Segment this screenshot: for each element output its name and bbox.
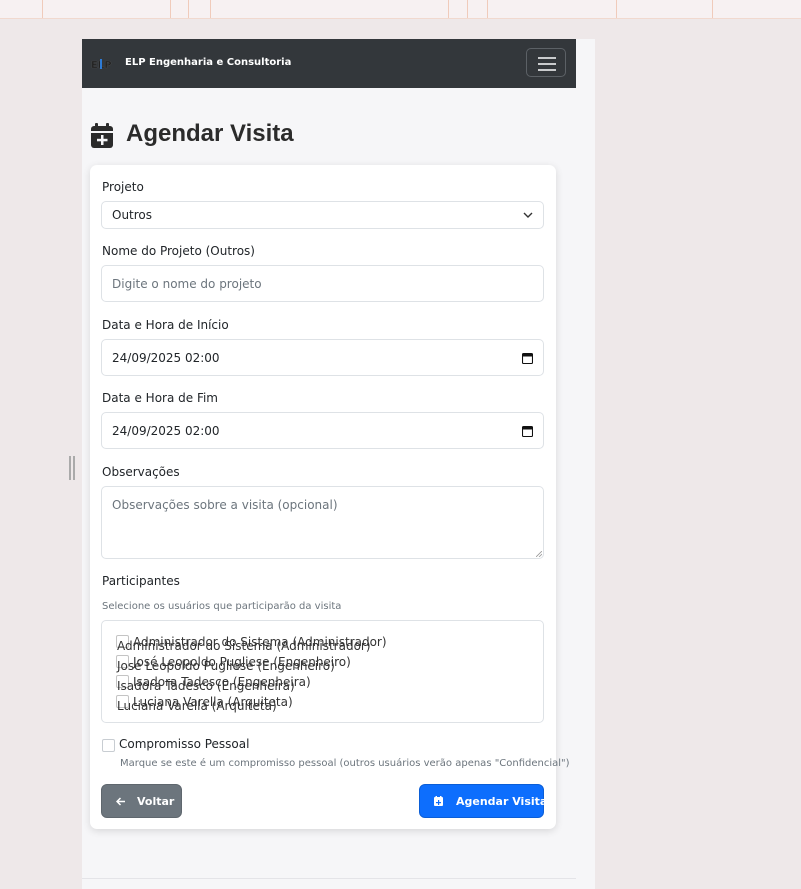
company-logo: ELP xyxy=(91,59,112,70)
viewport-scroll-rail xyxy=(576,39,595,889)
calendar-icon[interactable] xyxy=(522,425,533,437)
notes-placeholder: Observações sobre a visita (opcional) xyxy=(112,498,338,512)
project-label: Projeto xyxy=(102,180,144,194)
start-datetime-value: 24/09/2025 02:00 xyxy=(112,351,220,365)
back-button[interactable]: Voltar xyxy=(101,784,182,818)
personal-commitment-label[interactable]: Compromisso Pessoal xyxy=(119,737,249,751)
visit-form-card: Projeto Outros Nome do Projeto (Outros) … xyxy=(90,165,570,829)
participant-option[interactable]: José Leopoldo Pugliese (Engenheiro) xyxy=(133,655,351,669)
page-title: Agendar Visita xyxy=(126,120,294,147)
navbar-brand[interactable]: ELP Engenharia e Consultoria xyxy=(125,57,291,68)
calendar-icon[interactable] xyxy=(522,352,533,364)
notes-label: Observações xyxy=(102,465,180,479)
start-datetime-label: Data e Hora de Início xyxy=(102,318,229,332)
participants-list[interactable]: Administrador do Sistema (Administrador)… xyxy=(101,620,544,723)
participants-hint: Selecione os usuários que participarão d… xyxy=(102,601,342,612)
calendar-plus-icon xyxy=(91,123,113,148)
project-select-value: Outros xyxy=(112,208,153,222)
navbar: ELP ELP Engenharia e Consultoria xyxy=(82,39,576,88)
end-datetime-label: Data e Hora de Fim xyxy=(102,391,218,405)
back-button-label: Voltar xyxy=(137,795,175,808)
personal-commitment-checkbox[interactable] xyxy=(102,739,115,752)
resize-grip-icon[interactable] xyxy=(536,551,542,557)
devtools-toolbar xyxy=(0,0,801,19)
mobile-viewport: ELP ELP Engenharia e Consultoria Agendar… xyxy=(82,39,576,889)
notes-textarea[interactable]: Observações sobre a visita (opcional) xyxy=(101,486,544,559)
footer-divider xyxy=(82,878,576,879)
schedule-visit-button[interactable]: Agendar Visita xyxy=(419,784,548,818)
participants-label: Participantes xyxy=(102,574,180,588)
participant-option[interactable]: Isadora Tadesco (Engenheira) xyxy=(133,675,311,689)
end-datetime-input[interactable]: 24/09/2025 02:00 xyxy=(101,412,544,449)
project-name-placeholder: Digite o nome do projeto xyxy=(112,277,262,291)
project-select[interactable]: Outros xyxy=(101,201,544,229)
start-datetime-input[interactable]: 24/09/2025 02:00 xyxy=(101,339,544,376)
schedule-visit-button-label: Agendar Visita xyxy=(456,795,548,808)
end-datetime-value: 24/09/2025 02:00 xyxy=(112,424,220,438)
hamburger-icon xyxy=(538,57,556,59)
participant-option[interactable]: Administrador do Sistema (Administrador) xyxy=(133,635,387,649)
project-name-input[interactable]: Digite o nome do projeto xyxy=(101,265,544,302)
project-name-label: Nome do Projeto (Outros) xyxy=(102,244,255,258)
resize-handle-left[interactable] xyxy=(69,456,75,480)
personal-commitment-hint: Marque se este é um compromisso pessoal … xyxy=(120,758,570,769)
participant-option[interactable]: Luciana Varella (Arquiteta) xyxy=(133,695,293,709)
arrow-left-icon xyxy=(116,797,125,806)
calendar-plus-icon xyxy=(434,796,443,806)
menu-toggle-button[interactable] xyxy=(526,48,566,77)
chevron-down-icon xyxy=(523,212,533,218)
